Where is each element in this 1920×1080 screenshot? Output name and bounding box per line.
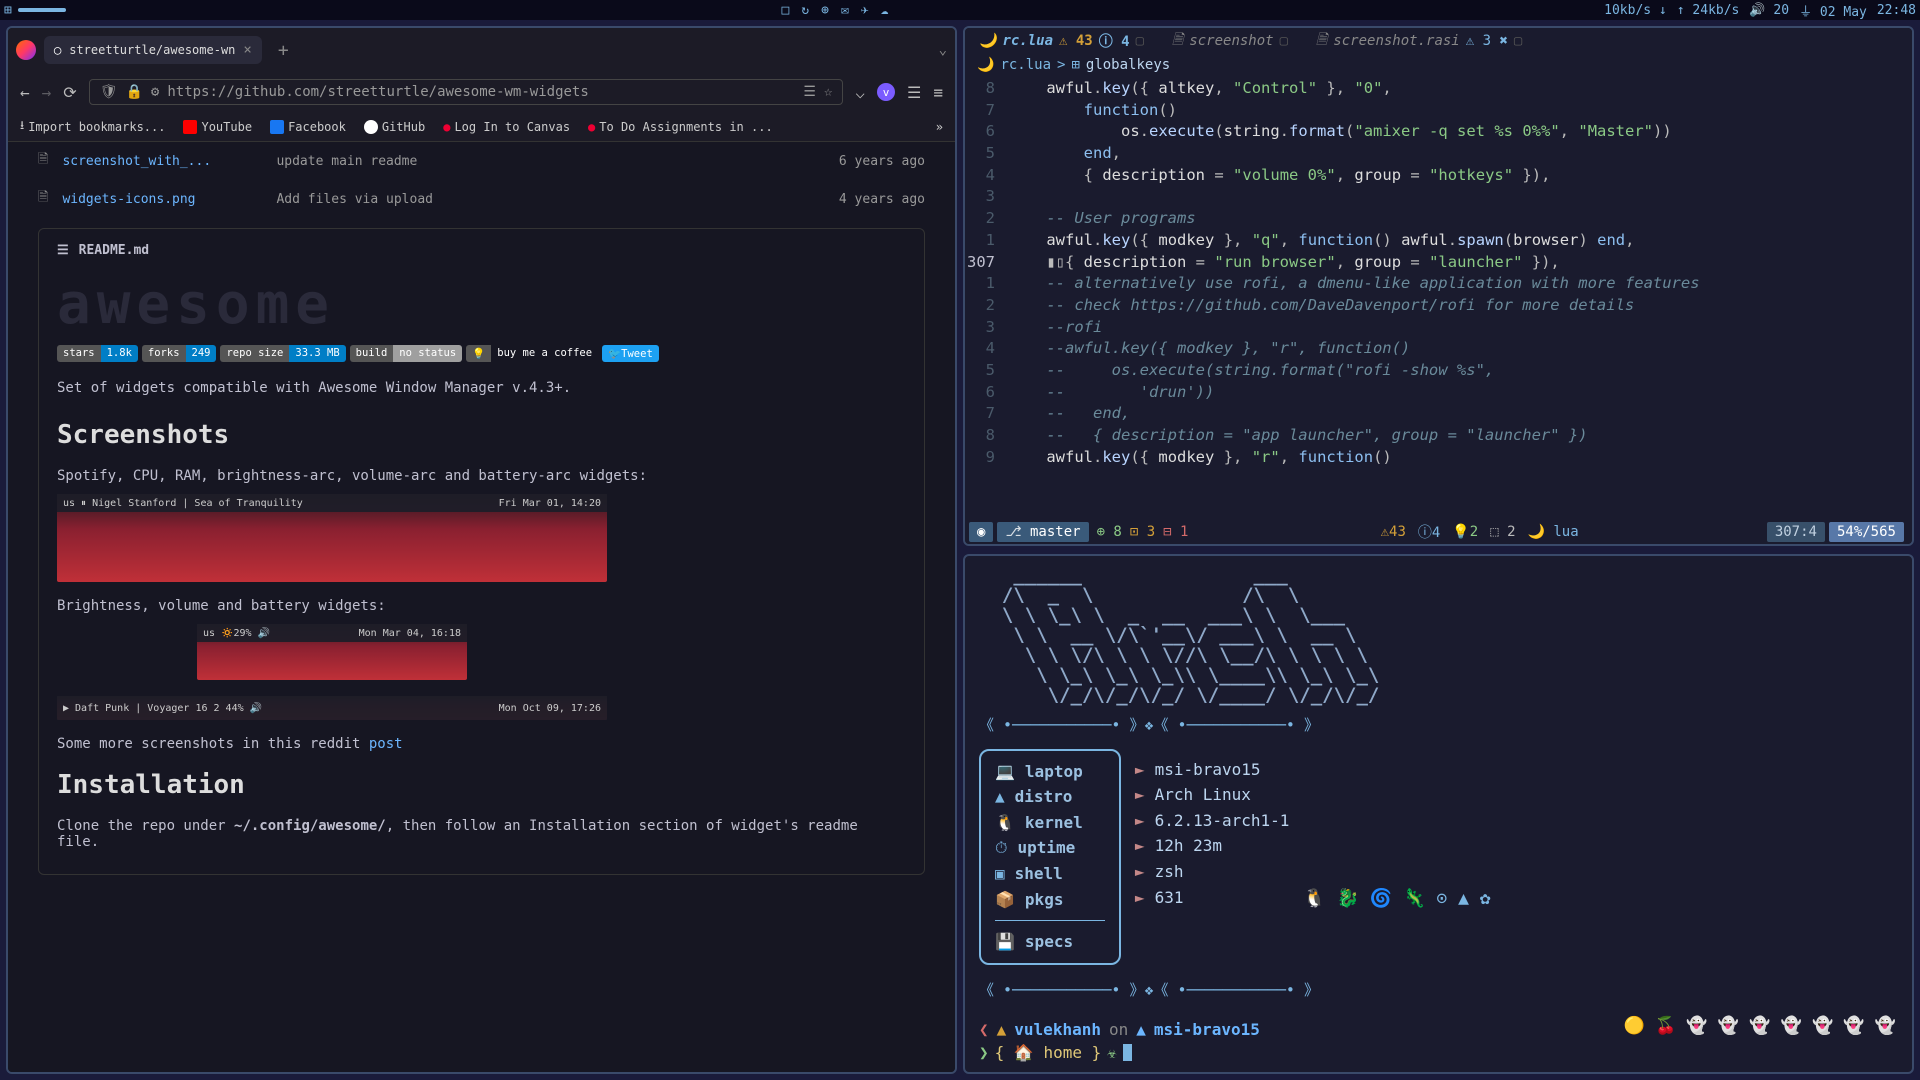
breadcrumb: 🌙 rc.lua > ⊞ globalkeys bbox=[965, 54, 1912, 76]
lock-icon[interactable]: 🔒 bbox=[125, 84, 142, 100]
screenshot-caption: Brightness, volume and battery widgets: bbox=[57, 598, 906, 614]
bookmark-import[interactable]: ⭳Import bookmarks... bbox=[20, 116, 165, 137]
extensions-icon[interactable]: ☰ bbox=[907, 83, 921, 102]
firefox-window: ◯ streetturtle/awesome-wn × + ⌄ ← → ⟳ 🛡 … bbox=[6, 26, 957, 1074]
icon-palette: 🐧 🐉 🌀 🦎 ⊙ ▲ ✿ bbox=[1303, 749, 1490, 965]
reader-icon[interactable]: ☰ bbox=[803, 84, 816, 100]
shield-icon[interactable]: 🛡 bbox=[100, 84, 118, 100]
heading-installation: Installation bbox=[57, 770, 906, 804]
specs-label: specs bbox=[1025, 929, 1105, 955]
screenshot-image: ▶ Daft Punk | Voyager 16 2 44% 🔊Mon Oct … bbox=[57, 696, 607, 720]
tab-title: streetturtle/awesome-wn bbox=[69, 43, 235, 57]
readme-desc: Set of widgets compatible with Awesome W… bbox=[57, 380, 906, 396]
bookmark-facebook[interactable]: Facebook bbox=[270, 120, 346, 134]
date: ⏚ 02 May bbox=[1799, 1, 1867, 20]
screenshot-image: us 🔅29% 🔊Mon Mar 04, 16:18 bbox=[197, 624, 467, 680]
lang-indicator: 🌙 lua bbox=[1522, 524, 1585, 540]
scroll-pct: 54%/565 bbox=[1829, 522, 1904, 542]
badge-row: stars1.8kforks249repo size33.3 MB buildno… bbox=[57, 345, 906, 362]
system-topbar: ⊞ □ ↻ ⊕ ✉ ✈ ☁ 10kb/s ↓ ↑ 24kb/s 🔊 20 ⏚ 0… bbox=[0, 0, 1920, 20]
badge[interactable]: stars1.8k bbox=[57, 345, 138, 362]
firefox-logo-icon bbox=[16, 40, 36, 60]
git-modified: ⊡ 3 bbox=[1126, 524, 1159, 540]
close-tab-icon[interactable]: × bbox=[243, 42, 251, 58]
cursor-block bbox=[1123, 1044, 1132, 1061]
badge[interactable]: repo size33.3 MB bbox=[220, 345, 345, 362]
diag-info: ⓘ4 bbox=[1412, 522, 1446, 542]
divider: 《 •───────────• 》❖《 •───────────• 》 bbox=[979, 979, 1898, 1000]
diag-warn: ⚠43 bbox=[1375, 524, 1412, 540]
diag-hint: 💡2 bbox=[1446, 524, 1484, 540]
file-row[interactable]: 🗎 screenshot_with_... update main readme… bbox=[38, 142, 925, 180]
net-down: 10kb/s ↓ bbox=[1604, 3, 1667, 18]
sysinfo-box: 💻laptop▲distro🐧kernel⏱uptime▣shell📦pkgs … bbox=[979, 749, 1121, 965]
profile-icon[interactable]: v bbox=[877, 83, 895, 101]
editor-tabs: 🌙rc.lua ⚠ 43 ⓘ 4 ▢🗎screenshot ▢🗎screensh… bbox=[965, 28, 1912, 54]
git-added: ⊕ 8 bbox=[1093, 524, 1126, 540]
menu-icon[interactable]: ⊞ bbox=[4, 3, 12, 18]
git-removed: ⊟ 1 bbox=[1159, 524, 1192, 540]
bookmark-github[interactable]: GitHub bbox=[364, 120, 425, 134]
tabs-dropdown-icon[interactable]: ⌄ bbox=[939, 42, 947, 58]
reddit-caption: Some more screenshots in this reddit pos… bbox=[57, 736, 906, 752]
awesome-logo: awesome bbox=[57, 272, 906, 337]
ascii-logo: ______ ___ /\ _ \ /\ \ \ \ \_\ \ _ __ __… bbox=[979, 566, 1898, 706]
screenshot-caption: Spotify, CPU, RAM, brightness-arc, volum… bbox=[57, 468, 906, 484]
bookmark-todo[interactable]: ●To Do Assignments in ... bbox=[588, 120, 773, 134]
cursor-pos: 307:4 bbox=[1767, 522, 1825, 542]
editor-tab[interactable]: 🌙rc.lua ⚠ 43 ⓘ 4 ▢ bbox=[965, 28, 1158, 54]
badge[interactable]: 💡buy me a coffee bbox=[466, 345, 598, 362]
editor-tab[interactable]: 🗎screenshot ▢ bbox=[1158, 26, 1302, 56]
editor-tab[interactable]: 🗎screenshot.rasi ⚠ 3 ✖ ▢ bbox=[1302, 26, 1536, 56]
url-bar[interactable]: 🛡 🔒 ⚙ https://github.com/streetturtle/aw… bbox=[89, 79, 844, 105]
file-icon: 🗎 bbox=[38, 188, 48, 210]
file-row[interactable]: 🗎 widgets-icons.png Add files via upload… bbox=[38, 180, 925, 218]
bookmark-canvas[interactable]: ●Log In to Canvas bbox=[443, 120, 570, 134]
editor-window: 🌙rc.lua ⚠ 43 ⓘ 4 ▢🗎screenshot ▢🗎screensh… bbox=[963, 26, 1914, 546]
new-tab-button[interactable]: + bbox=[270, 40, 297, 61]
readme-header: ☰ README.md bbox=[57, 243, 906, 258]
heading-screenshots: Screenshots bbox=[57, 420, 906, 454]
bookmarks-overflow-icon[interactable]: » bbox=[936, 120, 943, 134]
time: 22:48 bbox=[1877, 3, 1916, 18]
file-icon: 🗎 bbox=[38, 150, 48, 172]
reload-button[interactable]: ⟳ bbox=[63, 83, 76, 102]
tag-indicator[interactable] bbox=[18, 8, 66, 12]
editor-statusbar: ◉ ⎇ master ⊕ 8 ⊡ 3 ⊟ 1 ⚠43 ⓘ4 💡2 ⬚ 2 🌙 l… bbox=[965, 520, 1912, 544]
screenshot-image: us ⏸ Nigel Stanford | Sea of Tranquility… bbox=[57, 494, 607, 582]
permissions-icon[interactable]: ⚙ bbox=[151, 84, 159, 100]
star-icon[interactable]: ☆ bbox=[824, 84, 832, 100]
menu-icon[interactable]: ≡ bbox=[933, 83, 943, 102]
divider: 《 •───────────• 》❖《 •───────────• 》 bbox=[979, 714, 1898, 735]
list-icon[interactable]: ☰ bbox=[57, 243, 69, 258]
ghost-palette: 🟡 🍒 👻 👻 👻 👻 👻 👻 👻 bbox=[1624, 1016, 1896, 1036]
code-area[interactable]: 8 awful.key({ altkey, "Control" }, "0",7… bbox=[965, 76, 1912, 470]
back-button[interactable]: ← bbox=[20, 83, 30, 102]
browser-tab[interactable]: ◯ streetturtle/awesome-wn × bbox=[44, 36, 262, 64]
url-text: https://github.com/streetturtle/awesome-… bbox=[167, 84, 795, 100]
prompt-input[interactable]: ❯ { 🏠 home } ☣ bbox=[979, 1043, 1898, 1062]
badge[interactable]: forks249 bbox=[142, 345, 217, 362]
volume[interactable]: 🔊 20 bbox=[1749, 3, 1789, 18]
pocket-icon[interactable]: ⌵ bbox=[855, 83, 865, 102]
terminal-window[interactable]: ______ ___ /\ _ \ /\ \ \ \ \_\ \ _ __ __… bbox=[963, 554, 1914, 1074]
net-up: ↑ 24kb/s bbox=[1677, 3, 1740, 18]
badge[interactable]: buildno status bbox=[350, 345, 463, 362]
install-text: Clone the repo under ~/.config/awesome/,… bbox=[57, 818, 906, 850]
badge[interactable]: 🐦Tweet bbox=[602, 345, 659, 362]
tray-icons: □ ↻ ⊕ ✉ ✈ ☁ bbox=[782, 3, 889, 18]
bookmark-youtube[interactable]: YouTube bbox=[183, 120, 252, 134]
forward-button: → bbox=[42, 83, 52, 102]
